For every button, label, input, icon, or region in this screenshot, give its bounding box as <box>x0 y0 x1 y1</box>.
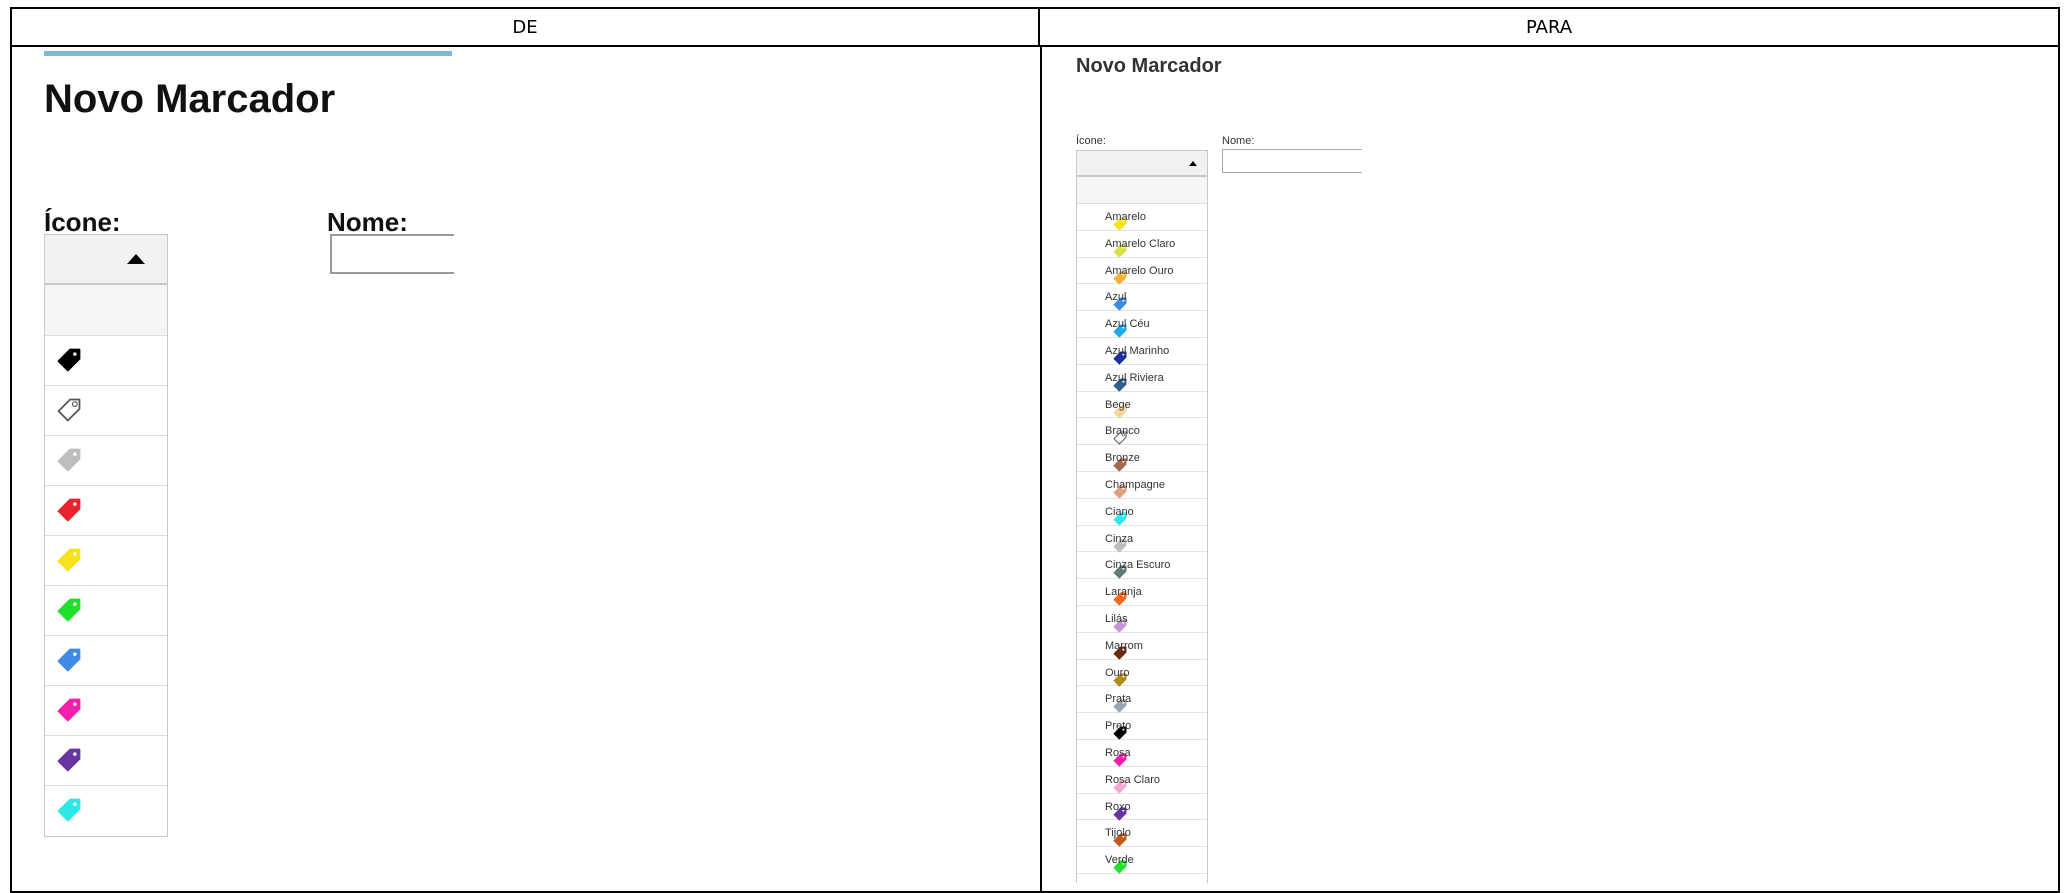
icon-option[interactable]: Laranja <box>1077 579 1207 606</box>
icon-option[interactable]: Lilás <box>1077 606 1207 633</box>
icon-option-label: Rosa Claro <box>1105 773 1161 786</box>
icon-option[interactable]: Preto <box>1077 713 1207 740</box>
name-input[interactable] <box>1222 149 1362 173</box>
icon-option-label: Prata <box>1105 693 1132 706</box>
icon-option[interactable]: Azul Marinho <box>1077 338 1207 365</box>
icon-option[interactable]: Branco <box>1077 418 1207 446</box>
icon-option[interactable] <box>45 536 167 586</box>
icon-option-label: Laranja <box>1105 586 1142 599</box>
icon-option[interactable]: Azul <box>1077 284 1207 312</box>
caret-up-icon <box>1189 161 1197 166</box>
icon-option-label: Cinza <box>1105 532 1134 545</box>
icon-option-label: Cinza Escuro <box>1105 559 1171 572</box>
icon-option-label: Azul <box>1105 291 1127 304</box>
de-panel: Novo Marcador Ícone: Nome: <box>12 49 1040 893</box>
icon-option-label: Roxo <box>1105 800 1131 813</box>
icon-option-label: Branco <box>1105 425 1140 438</box>
icon-option[interactable]: Roxo <box>1077 794 1207 821</box>
icon-option[interactable] <box>45 586 167 636</box>
icon-option-label: Champagne <box>1105 478 1165 491</box>
icon-option[interactable]: Prata <box>1077 686 1207 714</box>
icon-option-empty[interactable] <box>45 285 167 336</box>
icon-option[interactable]: Verde <box>1077 847 1207 874</box>
icon-option[interactable]: Marrom <box>1077 633 1207 660</box>
comparison-table: DE PARA Novo Marcador Ícone: Nome: Novo … <box>10 7 2060 893</box>
icon-option[interactable] <box>45 636 167 686</box>
icon-option-label: Tijolo <box>1105 827 1131 840</box>
icon-option[interactable]: Amarelo Ouro <box>1077 258 1207 285</box>
icon-option[interactable]: Ouro <box>1077 660 1207 687</box>
top-accent-bar <box>44 51 452 56</box>
icon-dropdown[interactable] <box>1076 150 1208 176</box>
caret-up-icon <box>127 254 145 264</box>
icon-option-label: Ciano <box>1105 505 1134 518</box>
icon-option-label: Azul Céu <box>1105 318 1150 331</box>
icon-option-label: Bege <box>1105 398 1131 411</box>
icon-option[interactable] <box>45 436 167 486</box>
icon-option[interactable]: Rosa Claro <box>1077 767 1207 794</box>
header-para: PARA <box>1040 9 2058 47</box>
icon-option[interactable]: Amarelo Claro <box>1077 231 1207 258</box>
icon-option[interactable]: Champagne <box>1077 472 1207 499</box>
icon-option-label: Ouro <box>1105 666 1130 679</box>
icon-option-label: Lilás <box>1105 612 1128 625</box>
header-de: DE <box>12 9 1040 47</box>
icon-option[interactable]: Rosa <box>1077 740 1207 767</box>
icon-option-list <box>44 284 168 837</box>
icon-option[interactable]: Cinza Escuro <box>1077 552 1207 580</box>
icon-option[interactable] <box>45 736 167 786</box>
icon-option[interactable]: Amarelo <box>1077 204 1207 231</box>
icon-option-label: Azul Marinho <box>1105 344 1170 357</box>
icon-option[interactable]: Azul Céu <box>1077 311 1207 338</box>
icon-option[interactable] <box>45 336 167 386</box>
icon-option[interactable] <box>45 686 167 736</box>
icon-option-label: Marrom <box>1105 639 1143 652</box>
icon-option-list: Amarelo Amarelo Claro Amarelo Ouro Azul Azul… <box>1076 176 1208 883</box>
icon-option-label: Verde <box>1105 854 1134 867</box>
page-title: Novo Marcador <box>44 77 336 121</box>
icon-option-label: Preto <box>1105 720 1132 733</box>
icon-option[interactable]: Bronze <box>1077 445 1207 472</box>
icon-option[interactable]: Cinza <box>1077 526 1207 553</box>
icon-option[interactable]: Azul Riviera <box>1077 365 1207 392</box>
icon-option-empty[interactable] <box>1077 177 1207 204</box>
icon-option-label: Amarelo Ouro <box>1105 264 1174 277</box>
icon-dropdown[interactable] <box>44 234 168 284</box>
icon-option-label: Rosa <box>1105 746 1131 759</box>
icon-label: Ícone: <box>1076 135 1106 147</box>
icon-option-label: Amarelo <box>1105 211 1146 223</box>
page-title: Novo Marcador <box>1076 55 1222 77</box>
icon-option-label: Bronze <box>1105 452 1140 465</box>
icon-option[interactable]: Ciano <box>1077 499 1207 526</box>
icon-option-label: Azul Riviera <box>1105 371 1164 384</box>
icon-option[interactable] <box>45 486 167 536</box>
icon-option[interactable]: Bege <box>1077 392 1207 419</box>
name-label: Nome: <box>1222 135 1255 147</box>
icon-option-label: Amarelo Claro <box>1105 237 1176 250</box>
icon-option[interactable] <box>45 386 167 436</box>
icon-option[interactable] <box>45 786 167 836</box>
icon-option[interactable]: Tijolo <box>1077 820 1207 848</box>
icon-option[interactable] <box>1077 874 1207 883</box>
name-input[interactable] <box>330 234 454 274</box>
para-panel: Novo Marcador Ícone: Nome: Amarelo Amarel… <box>1042 49 2058 893</box>
